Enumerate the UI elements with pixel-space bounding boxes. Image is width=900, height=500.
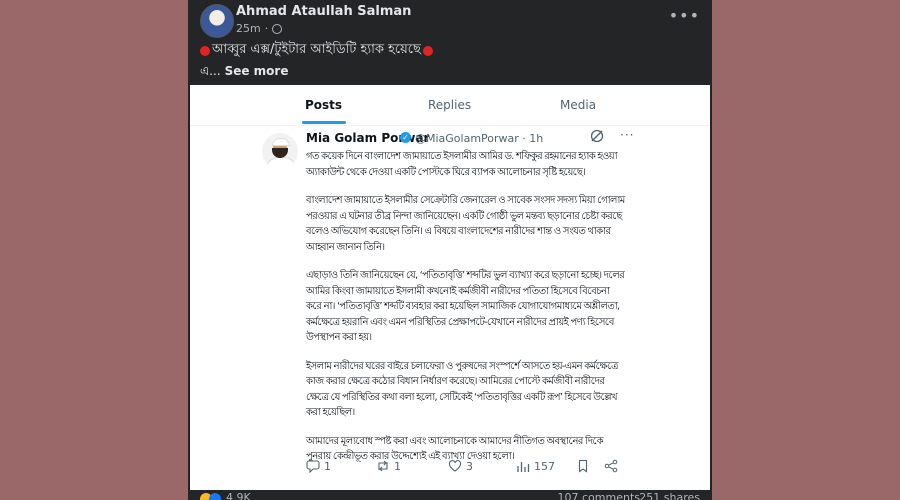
tweet-paragraph: ইসলাম নারীদের ঘরের বাইরে চলাফেরা ও পুরুষ… — [306, 360, 619, 419]
meta-separator: · — [264, 22, 269, 35]
tab-media: Media — [560, 98, 597, 112]
repost-count: 1 — [394, 459, 401, 473]
repost-action: 1 — [376, 459, 401, 473]
views-action: 157 — [516, 459, 555, 473]
heart-icon — [448, 460, 462, 472]
shares-count[interactable]: 251 shares — [639, 491, 700, 500]
see-more-link[interactable]: See more — [225, 64, 289, 78]
grok-icon — [590, 129, 604, 143]
tweet-paragraph: এছাড়াও তিনি জানিয়েছেন যে, ‘পতিতাবৃত্তি… — [306, 270, 625, 343]
comments-count[interactable]: 107 comments — [558, 491, 640, 500]
like-action: 3 — [448, 459, 473, 473]
poster-avatar[interactable] — [200, 4, 234, 38]
tweet-handle-time: @MiaGolamPorwar · 1h — [415, 132, 544, 145]
active-tab-indicator — [302, 121, 346, 124]
post-header: Ahmad Ataullah Salman 25m · ••• — [200, 4, 700, 38]
reply-icon — [306, 460, 320, 473]
reaction-count[interactable]: 4.9K — [226, 491, 251, 500]
globe-icon — [272, 23, 283, 34]
like-count: 3 — [466, 459, 473, 473]
tweet-more-icon: ··· — [620, 128, 635, 142]
tweet-author-avatar — [262, 133, 298, 169]
reply-action: 1 — [306, 459, 331, 473]
post-meta: 25m · — [236, 22, 283, 35]
tweet-paragraph: বাংলাদেশ জামায়াতে ইসলামীর সেক্রেটারি জে… — [306, 195, 625, 253]
red-circle-icon — [200, 45, 210, 56]
facebook-post-card: Ahmad Ataullah Salman 25m · ••• আব্বুর এ… — [188, 0, 712, 500]
tweet-body: গত কয়েক দিনে বাংলাদেশ জামায়াতে ইসলামীর… — [306, 149, 626, 478]
bookmark-icon — [578, 459, 588, 473]
more-options-button[interactable]: ••• — [669, 6, 700, 25]
views-chart-icon — [517, 462, 530, 472]
profile-tabs: Posts Replies Media — [190, 85, 710, 126]
like-reaction-icon — [209, 493, 221, 500]
post-footer: 4.9K 107 comments 251 shares — [200, 491, 700, 500]
repost-icon — [378, 460, 388, 472]
post-caption: আব্বুর এক্স/টুইটার আইডিটি হ্যাক হয়েছে — [200, 40, 433, 61]
reply-count: 1 — [324, 459, 331, 473]
tweet-screenshot-image[interactable]: Posts Replies Media Mia Golam Porwar ✓ @… — [190, 85, 710, 490]
verified-badge-icon: ✓ — [400, 132, 411, 143]
bookmark-action — [576, 459, 590, 473]
tweet-paragraph: গত কয়েক দিনে বাংলাদেশ জামায়াতে ইসলামীর… — [306, 151, 618, 178]
caption-text: আব্বুর এক্স/টুইটার আইডিটি হ্যাক হয়েছে — [212, 42, 421, 57]
poster-name[interactable]: Ahmad Ataullah Salman — [236, 4, 411, 19]
post-time[interactable]: 25m — [236, 22, 261, 35]
caption-continuation: এ... See more — [200, 63, 288, 83]
views-count: 157 — [534, 459, 555, 473]
caption-prefix: এ... — [200, 64, 221, 78]
share-action — [604, 459, 618, 473]
tweet-actions: 1 1 3 157 — [306, 459, 626, 479]
tab-replies: Replies — [428, 98, 472, 112]
share-icon — [604, 459, 618, 473]
red-circle-icon — [422, 45, 433, 56]
tab-posts: Posts — [305, 98, 343, 112]
